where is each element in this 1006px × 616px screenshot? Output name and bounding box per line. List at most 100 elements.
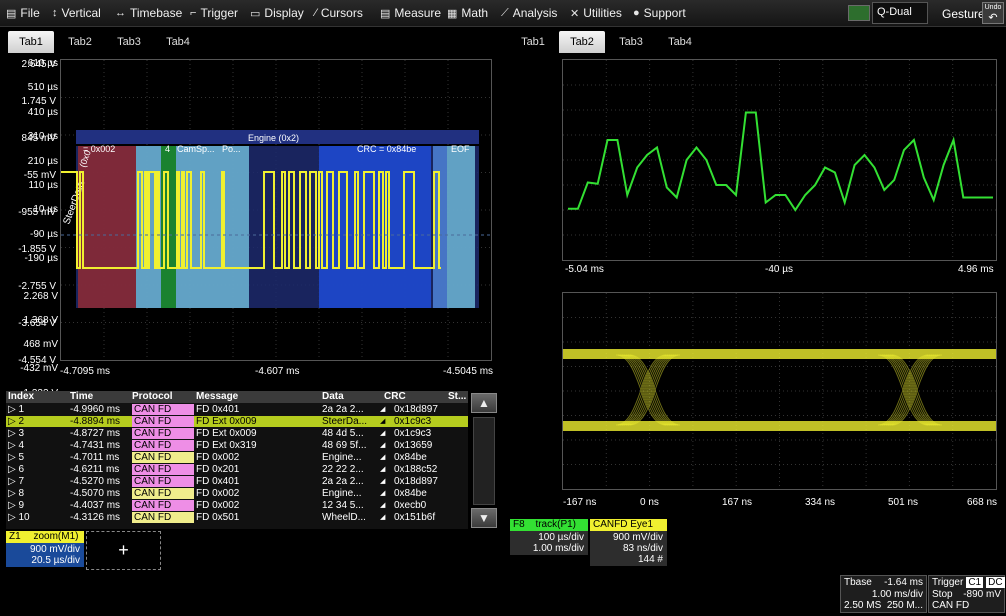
cell-data: 2a 2a 2... xyxy=(322,476,364,487)
decode-id xyxy=(78,146,136,308)
menu-label: Timebase xyxy=(130,6,183,20)
menu-measure[interactable]: ▤ Measure xyxy=(380,5,441,21)
menu-analysis[interactable]: ⟋ Analysis xyxy=(501,5,557,21)
track-y-tick: 310 µs xyxy=(27,131,58,143)
trigger-level: -890 mV xyxy=(963,589,1001,600)
menu-cursors[interactable]: ⁄ Cursors xyxy=(315,5,363,21)
cell-protocol: CAN FD xyxy=(132,452,194,463)
column-header[interactable]: Index xyxy=(8,391,68,403)
cell-crc: 0x1c9c3 xyxy=(394,428,432,439)
eye-descriptor[interactable]: CANFD Eye1 900 mV/div 83 ns/div 144 # xyxy=(590,519,667,566)
menu-file[interactable]: ▤ File xyxy=(6,5,40,21)
z1-descriptor[interactable]: Z1 zoom(M1) 900 mV/div 20.5 µs/div xyxy=(6,531,84,567)
table-row[interactable]: ▷ 9 -4.4037 ms CAN FD FD 0x002 12 34 5... 0xe… xyxy=(6,500,468,511)
eye-header: CANFD Eye1 xyxy=(590,519,667,531)
trigger-icon: ⌐ xyxy=(190,7,197,19)
add-descriptor-button[interactable]: + xyxy=(86,531,161,570)
decode-table[interactable]: Index Time Protocol Message Data CRC St... ▷ 1-… xyxy=(6,391,468,529)
display-mode-selector[interactable]: Q-Dual xyxy=(848,2,928,24)
table-row[interactable]: ▷ 3 -4.8727 ms CAN FD FD Ext 0x009 48 4d 5..… xyxy=(6,428,468,439)
table-row[interactable]: ▷ 8 -4.5070 ms CAN FD FD 0x002 Engine... 0x84… xyxy=(6,488,468,499)
table-row[interactable]: ▷ 5 -4.7011 ms CAN FD FD 0x002 Engine... 0x84… xyxy=(6,452,468,463)
expand-icon[interactable]: ◢ xyxy=(380,404,388,415)
menu-display[interactable]: ▭ Display xyxy=(250,5,304,21)
decode-eof-label: EOF xyxy=(451,144,470,154)
expand-icon[interactable]: ◢ xyxy=(380,512,388,523)
analysis-icon: ⟋ xyxy=(501,6,509,19)
expand-icon[interactable]: ◢ xyxy=(380,416,388,427)
left-tab-tab3[interactable]: Tab3 xyxy=(106,31,152,53)
cell-protocol: CAN FD xyxy=(132,440,194,451)
track-grid[interactable] xyxy=(562,59,997,261)
zoom-x-tick: -4.607 ms xyxy=(255,366,300,377)
expand-icon[interactable]: ◢ xyxy=(380,500,388,511)
menu-label: Display xyxy=(264,6,304,20)
column-header[interactable]: CRC xyxy=(384,391,446,403)
column-header[interactable]: Time xyxy=(70,391,130,403)
f8-header: F8 track(P1) xyxy=(510,519,588,531)
trigger-descriptor[interactable]: Trigger C1 DC Stop -890 mV CAN FD xyxy=(928,575,1005,613)
cell-message: FD Ext 0x009 xyxy=(196,428,257,439)
eye-count: 144 # xyxy=(637,554,663,565)
left-tab-tab4[interactable]: Tab4 xyxy=(155,31,201,53)
scroll-up-button[interactable]: ▲ xyxy=(471,393,497,413)
cell-crc: 0x1c9c3 xyxy=(394,416,432,427)
scroll-track[interactable] xyxy=(473,417,495,505)
scroll-down-button[interactable]: ▼ xyxy=(471,508,497,528)
expand-icon[interactable]: ◢ xyxy=(380,476,388,487)
cell-data: SteerDa... xyxy=(322,416,368,427)
f8-descriptor[interactable]: F8 track(P1) 100 µs/div 1.00 ms/div xyxy=(510,519,588,555)
left-tab-bar: Tab1 Tab2 Tab3 Tab4 xyxy=(8,31,208,53)
right-tab-tab1[interactable]: Tab1 xyxy=(510,31,556,53)
left-tab-tab1[interactable]: Tab1 xyxy=(8,31,54,53)
table-row[interactable]: ▷ 4 -4.7431 ms CAN FD FD Ext 0x319 48 69 5f.… xyxy=(6,440,468,451)
cell-crc: 0x188c52 xyxy=(394,464,438,475)
table-row[interactable]: ▷ 6 -4.6211 ms CAN FD FD 0x201 22 22 2... 0x1… xyxy=(6,464,468,475)
menu-math[interactable]: ▦ Math xyxy=(447,5,488,21)
column-header[interactable]: St... xyxy=(448,391,468,403)
track-y-tick: -190 µs xyxy=(24,253,58,264)
expand-icon[interactable]: ◢ xyxy=(380,428,388,439)
cell-data: WheelD... xyxy=(322,512,366,523)
eye-diagram-grid[interactable]: CANFD Eye1 xyxy=(513,292,997,490)
menu-utilities[interactable]: ✕ Utilities xyxy=(570,5,622,21)
right-tab-tab4[interactable]: Tab4 xyxy=(657,31,703,53)
table-row[interactable]: ▷ 10 -4.3126 ms CAN FD FD 0x501 WheelD... 0x1… xyxy=(6,512,468,523)
timebase-descriptor[interactable]: Tbase -1.64 ms 1.00 ms/div 2.50 MS 250 M… xyxy=(840,575,927,613)
column-header[interactable]: Message xyxy=(196,391,320,403)
cell-protocol: CAN FD xyxy=(132,512,194,523)
zoom-waveform-grid[interactable]: Engine (0x2) = 0x002 4 CamSp... Po... CRC = 0… xyxy=(49,59,492,361)
expand-icon[interactable]: ◢ xyxy=(380,440,388,451)
cell-index: ▷ 2 xyxy=(8,416,25,427)
undo-button[interactable]: Undo ↶ xyxy=(982,2,1004,24)
menu-support[interactable]: ● Support xyxy=(633,5,686,21)
left-tab-tab2[interactable]: Tab2 xyxy=(57,31,103,53)
menu-label: Measure xyxy=(394,6,442,20)
column-header[interactable]: Data xyxy=(322,391,382,403)
eye-y-tick: 1.368 V xyxy=(23,315,58,327)
z1-header: Z1 zoom(M1) xyxy=(6,531,84,543)
table-row[interactable]: ▷ 1 -4.9960 ms CAN FD FD 0x401 2a 2a 2... 0x1… xyxy=(6,404,468,415)
column-header[interactable]: Protocol xyxy=(132,391,194,403)
cell-crc: 0x13659 xyxy=(394,440,433,451)
menu-label: Math xyxy=(461,6,489,20)
cell-time: -4.5270 ms xyxy=(70,476,121,487)
z1-body: 900 mV/div 20.5 µs/div xyxy=(6,543,84,567)
menu-vertical[interactable]: ↕ Vertical xyxy=(52,5,101,21)
menu-timebase[interactable]: ↔ Timebase xyxy=(115,5,182,21)
table-row[interactable]: ▷ 7 -4.5270 ms CAN FD FD 0x401 2a 2a 2... 0x1… xyxy=(6,476,468,487)
expand-icon[interactable]: ◢ xyxy=(380,464,388,475)
track-x-tick: -5.04 ms xyxy=(565,264,604,275)
cell-message: FD 0x002 xyxy=(196,500,240,511)
eye-x-tick: 668 ns xyxy=(967,497,998,508)
cell-protocol: CAN FD xyxy=(132,416,194,427)
table-row[interactable]: ▷ 2 -4.8894 ms CAN FD FD Ext 0x009 SteerDa..… xyxy=(6,416,468,427)
cell-time: -4.5070 ms xyxy=(70,488,121,499)
right-tab-tab3[interactable]: Tab3 xyxy=(608,31,654,53)
menu-trigger[interactable]: ⌐ Trigger xyxy=(190,5,238,21)
zoom-waveform-svg: Engine (0x2)= 0x002 4 CamSp... Po... CRC = 0… xyxy=(49,60,491,360)
expand-icon[interactable]: ◢ xyxy=(380,452,388,463)
right-tab-tab2[interactable]: Tab2 xyxy=(559,31,605,53)
cell-index: ▷ 4 xyxy=(8,440,25,451)
expand-icon[interactable]: ◢ xyxy=(380,488,388,499)
